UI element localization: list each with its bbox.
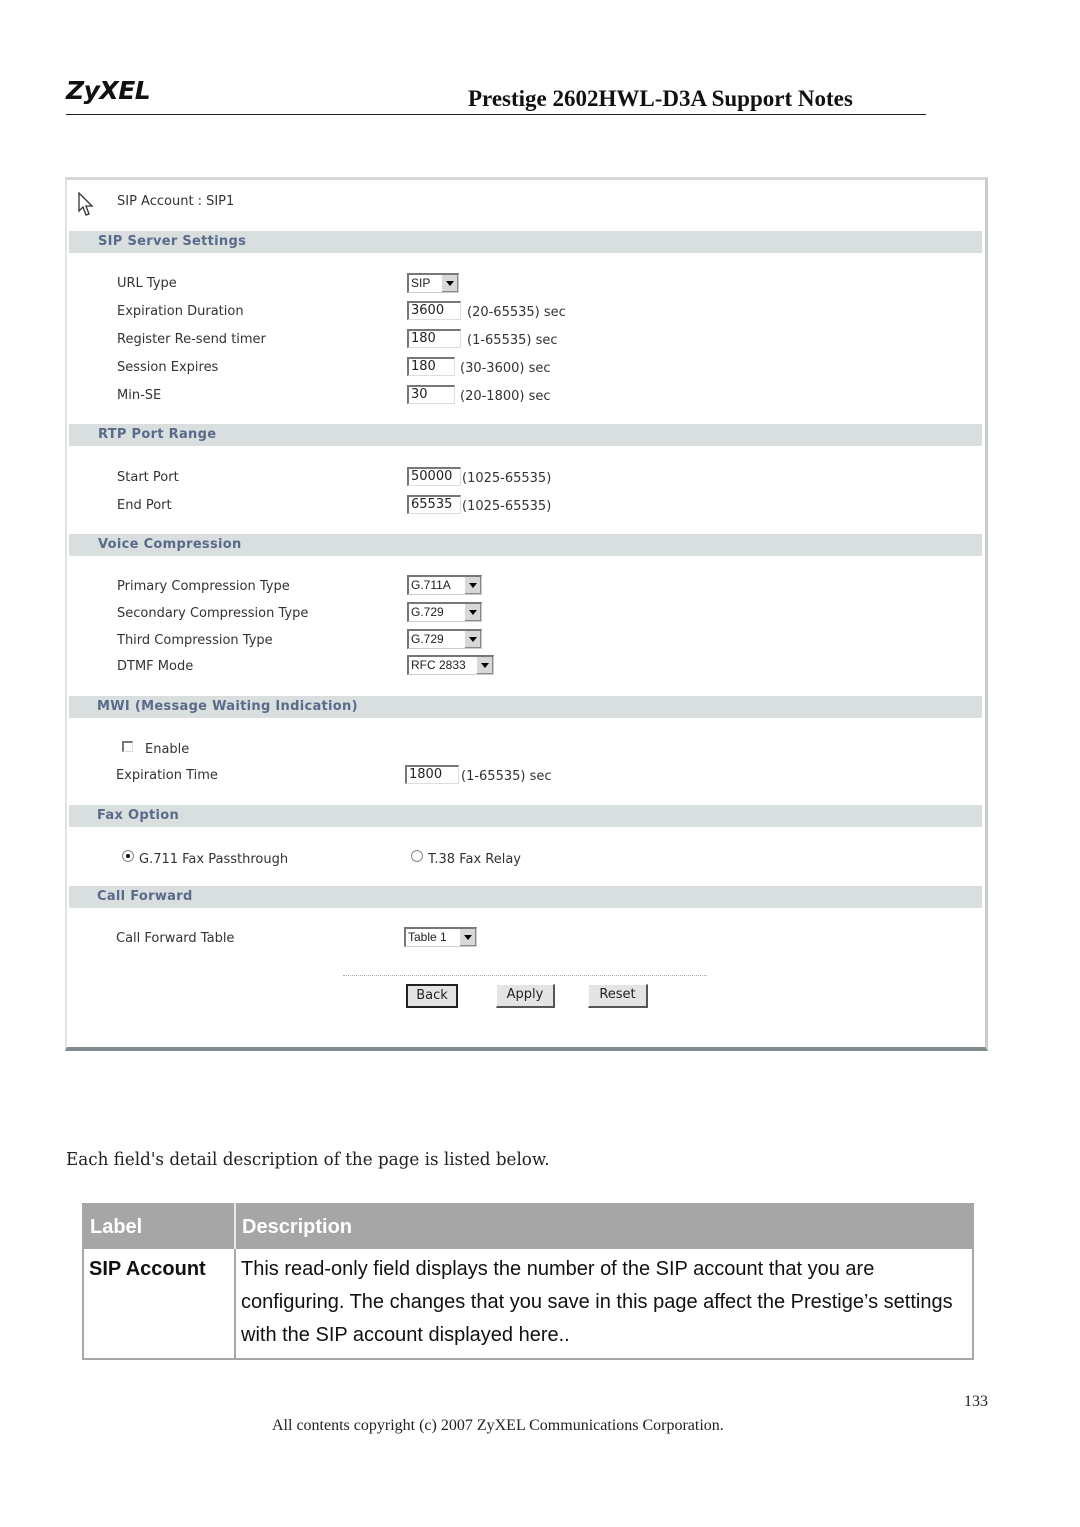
expiration-duration-input[interactable]: 3600 [407, 301, 461, 320]
call-forward-table-label: Call Forward Table [116, 931, 235, 946]
dropdown-arrow-icon[interactable] [476, 657, 493, 674]
dtmf-mode-value: RFC 2833 [411, 658, 466, 672]
reset-button[interactable]: Reset [588, 984, 648, 1008]
dropdown-arrow-icon[interactable] [464, 604, 481, 621]
section-header-rtp: RTP Port Range [69, 424, 982, 446]
dropdown-arrow-icon[interactable] [464, 631, 481, 648]
url-type-select[interactable]: SIP [407, 273, 459, 293]
section-header-voice-compression: Voice Compression [69, 534, 982, 556]
copyright-notice: All contents copyright (c) 2007 ZyXEL Co… [272, 1417, 724, 1434]
end-port-range: (1025-65535) [462, 499, 552, 514]
section-title: Fax Option [97, 808, 180, 823]
back-button[interactable]: Back [406, 984, 458, 1008]
fax-g711-label: G.711 Fax Passthrough [139, 852, 289, 867]
secondary-compression-label: Secondary Compression Type [117, 606, 309, 621]
sip-account-config-screenshot: SIP Account : SIP1 SIP Server Settings UR… [65, 177, 988, 1051]
session-expires-range: (30-3600) sec [460, 361, 551, 376]
fax-t38-radio[interactable] [411, 850, 423, 862]
expiration-duration-label: Expiration Duration [117, 304, 244, 319]
third-compression-value: G.729 [411, 632, 444, 646]
table-row: SIP Account This read-only field display… [82, 1247, 974, 1360]
dropdown-arrow-icon[interactable] [441, 275, 458, 292]
register-resend-range: (1-65535) sec [467, 333, 558, 348]
primary-compression-select[interactable]: G.711A [407, 575, 482, 595]
intro-text: Each field's detail description of the p… [66, 1149, 550, 1170]
table-header-row: Label Description [83, 1204, 973, 1248]
dropdown-arrow-icon[interactable] [459, 929, 476, 946]
section-title: SIP Server Settings [98, 234, 247, 249]
register-resend-label: Register Re-send timer [117, 332, 266, 347]
session-expires-label: Session Expires [117, 360, 219, 375]
mwi-expiration-label: Expiration Time [116, 768, 218, 783]
header-divider [66, 114, 926, 115]
dropdown-arrow-icon[interactable] [464, 577, 481, 594]
expiration-duration-range: (20-65535) sec [467, 305, 566, 320]
call-forward-table-value: Table 1 [408, 930, 447, 944]
secondary-compression-select[interactable]: G.729 [407, 602, 482, 622]
start-port-label: Start Port [117, 470, 179, 485]
min-se-range: (20-1800) sec [460, 389, 551, 404]
fax-t38-label: T.38 Fax Relay [428, 852, 521, 867]
section-title: Voice Compression [98, 537, 242, 552]
mwi-enable-checkbox[interactable] [122, 741, 133, 752]
section-header-call-forward: Call Forward [69, 886, 982, 908]
page-number: 133 [964, 1393, 988, 1410]
row-description: This read-only field displays the number… [234, 1247, 974, 1360]
url-type-label: URL Type [117, 276, 177, 291]
start-port-input[interactable]: 50000 [407, 467, 461, 486]
end-port-input[interactable]: 65535 [407, 495, 461, 514]
section-header-mwi: MWI (Message Waiting Indication) [69, 696, 982, 718]
min-se-label: Min-SE [117, 388, 162, 403]
apply-button[interactable]: Apply [496, 984, 555, 1008]
row-label: SIP Account [82, 1247, 236, 1360]
min-se-input[interactable]: 30 [407, 385, 455, 404]
section-title: Call Forward [97, 889, 193, 904]
end-port-label: End Port [117, 498, 172, 513]
third-compression-label: Third Compression Type [117, 633, 273, 648]
start-port-range: (1025-65535) [462, 471, 552, 486]
primary-compression-label: Primary Compression Type [117, 579, 290, 594]
header-description: Description [234, 1204, 973, 1248]
header-label: Label [83, 1204, 235, 1248]
session-expires-input[interactable]: 180 [407, 357, 455, 376]
register-resend-input[interactable]: 180 [407, 329, 461, 348]
mwi-enable-label: Enable [145, 742, 190, 757]
call-forward-table-select[interactable]: Table 1 [404, 927, 477, 947]
button-separator [343, 975, 707, 976]
field-description-table: Label Description SIP Account This read-… [82, 1203, 974, 1360]
mwi-expiration-range: (1-65535) sec [461, 769, 552, 784]
dtmf-mode-label: DTMF Mode [117, 659, 194, 674]
mwi-expiration-input[interactable]: 1800 [405, 765, 459, 784]
section-header-fax: Fax Option [69, 805, 982, 827]
url-type-value: SIP [411, 276, 431, 290]
section-title: MWI (Message Waiting Indication) [97, 699, 358, 714]
sip-account-readout: SIP Account : SIP1 [117, 194, 238, 209]
secondary-compression-value: G.729 [411, 605, 444, 619]
section-header-sip-server: SIP Server Settings [69, 231, 982, 253]
sip-account-label: SIP Account : [117, 194, 203, 209]
primary-compression-value: G.711A [411, 578, 451, 592]
sip-account-value: SIP1 [206, 194, 235, 209]
zyxel-logo: ZyXEL [66, 76, 151, 105]
mouse-pointer-icon [78, 192, 94, 216]
document-title: Prestige 2602HWL-D3A Support Notes [468, 86, 853, 111]
section-title: RTP Port Range [98, 427, 217, 442]
dtmf-mode-select[interactable]: RFC 2833 [407, 655, 494, 675]
third-compression-select[interactable]: G.729 [407, 629, 482, 649]
fax-g711-radio[interactable] [122, 850, 134, 862]
